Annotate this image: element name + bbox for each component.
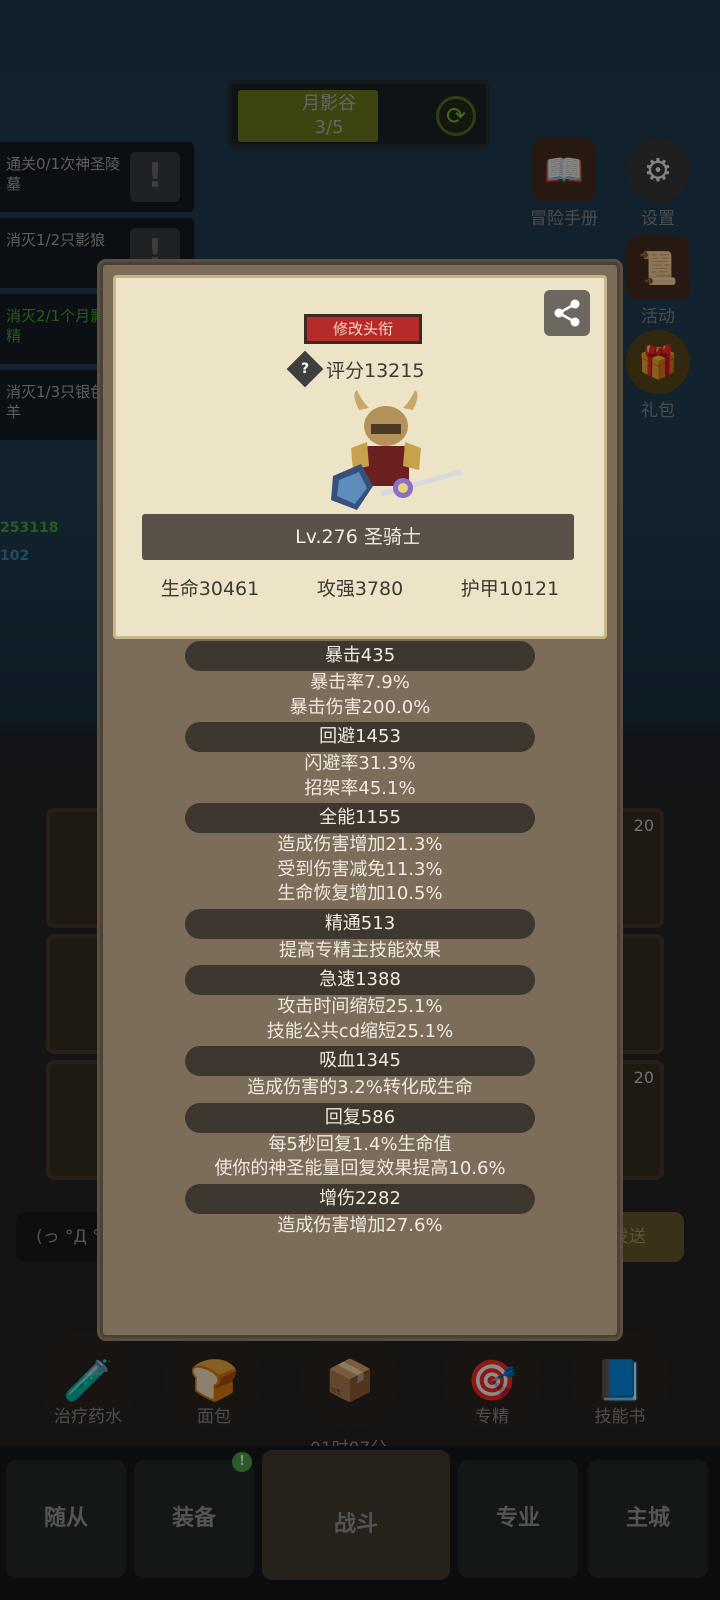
attribute-header: 吸血1345 [185,1046,535,1076]
attribute-header: 回避1453 [185,722,535,752]
help-icon[interactable]: ? [286,350,324,388]
share-icon [554,299,580,327]
edit-title-button[interactable]: 修改头衔 [304,314,422,344]
attribute-header: 全能1155 [185,803,535,833]
attribute-header: 精通513 [185,908,535,939]
attribute-detail: 生命恢复增加10.5% [277,883,443,904]
character-name-bar: Lv.276 圣骑士 [142,514,574,560]
attribute-list: 暴击435 暴击率7.9% 暴击伤害200.0% 回避1453 闪避率31.3% 招架率4… [103,639,617,1238]
attribute-detail: 暴击伤害200.0% [289,696,431,718]
attribute-detail: 闪避率31.3% [304,753,416,774]
attribute-detail: 使你的神圣能量回复效果提高10.6% [214,1158,506,1179]
main-stats: 生命30461 攻强3780 护甲10121 [116,574,604,601]
score-text: 评分13215 [326,359,425,382]
attribute-detail: 每5秒回复1.4%生命值 [268,1133,452,1155]
score-row: ? 评分13215 [286,350,425,388]
attribute-detail: 造成伤害的3.2%转化成生命 [247,1077,473,1098]
paladin-avatar [331,390,462,510]
attack-stat: 攻强3780 [316,578,404,600]
character-card: 修改头衔 ? 评分13215 Lv.276 圣骑士 生命30461 攻强3780… [113,275,607,639]
attribute-header: 暴击435 [185,641,535,671]
attribute-detail: 技能公共cd缩短25.1% [266,1020,454,1042]
share-button[interactable] [544,290,590,336]
attribute-detail: 造成伤害增加27.6% [277,1214,443,1236]
attribute-header: 回复586 [185,1102,535,1133]
attribute-detail: 造成伤害增加21.3% [277,834,443,855]
attribute-header: 增伤2282 [185,1183,535,1214]
armor-stat: 护甲10121 [460,578,560,600]
hp-stat: 生命30461 [160,578,260,600]
attribute-header: 急速1388 [185,965,535,995]
character-stats-modal: 修改头衔 ? 评分13215 Lv.276 圣骑士 生命30461 攻强3780… [100,262,620,1338]
attribute-detail: 攻击时间缩短25.1% [277,996,443,1017]
attribute-detail: 暴击率7.9% [310,672,410,693]
attribute-detail: 提高专精主技能效果 [279,939,441,961]
attribute-detail: 受到伤害减免11.3% [277,858,443,880]
attribute-detail: 招架率45.1% [304,777,416,799]
